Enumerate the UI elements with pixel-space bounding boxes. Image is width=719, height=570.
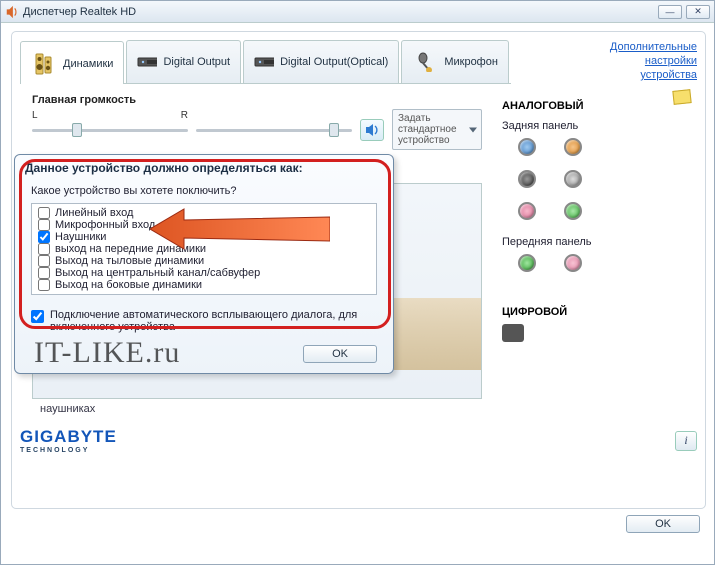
- device-option-label: выход на передние динамики: [55, 243, 206, 255]
- minimize-button[interactable]: —: [658, 5, 682, 19]
- digital-connector-icon[interactable]: [502, 324, 524, 342]
- device-option-label: Наушники: [55, 231, 106, 243]
- dialog-title: Данное устройство должно определяться ка…: [15, 155, 393, 181]
- device-option-checkbox[interactable]: [38, 255, 50, 267]
- tab-microphone-label: Микрофон: [444, 56, 498, 68]
- device-option-checkbox[interactable]: [38, 267, 50, 279]
- device-option-label: Выход на тыловые динамики: [55, 255, 204, 267]
- device-option-checkbox[interactable]: [38, 219, 50, 231]
- default-device-dropdown[interactable]: Задать стандартное устройство: [392, 109, 482, 150]
- side-analog-label: АНАЛОГОВЫЙ: [502, 100, 602, 112]
- dialog-options-list: Линейный входМикрофонный входНаушникивых…: [31, 203, 377, 295]
- mute-button[interactable]: [360, 119, 384, 141]
- device-tabs: Динамики Digital Output Digital Output(O…: [20, 40, 511, 84]
- speakers-icon: [31, 53, 57, 75]
- titlebar: Диспетчер Realtek HD — ✕: [1, 1, 714, 23]
- device-option[interactable]: Наушники: [36, 231, 372, 243]
- extra-settings-link[interactable]: Дополнительные настройки устройства: [587, 40, 697, 84]
- device-detect-dialog: Данное устройство должно определяться ка…: [14, 154, 394, 374]
- jack-black[interactable]: [518, 170, 536, 188]
- main-ok-button[interactable]: OK: [626, 515, 700, 533]
- scene-caption: наушниках: [32, 403, 482, 415]
- brand-logo: GIGABYTETECHNOLOGY: [20, 427, 117, 454]
- window-title: Диспетчер Realtek HD: [23, 6, 136, 18]
- jack-green[interactable]: [564, 202, 582, 220]
- device-option-label: Микрофонный вход: [55, 219, 155, 231]
- tab-digital-optical-label: Digital Output(Optical): [280, 56, 388, 68]
- jack-front-pink[interactable]: [564, 254, 582, 272]
- back-panel-label: Задняя панель: [502, 120, 602, 132]
- jack-front-green[interactable]: [518, 254, 536, 272]
- device-option-label: Выход на центральный канал/сабвуфер: [55, 267, 260, 279]
- tab-speakers[interactable]: Динамики: [20, 41, 124, 84]
- device-option-checkbox[interactable]: [38, 279, 50, 291]
- device-option-checkbox[interactable]: [38, 231, 50, 243]
- dialog-subtitle: Какое устройство вы хотете поключить?: [15, 181, 393, 203]
- device-option[interactable]: Линейный вход: [36, 207, 372, 219]
- auto-popup-checkbox-row[interactable]: Подключение автоматического всплывающего…: [31, 309, 377, 333]
- front-panel-label: Передняя панель: [502, 236, 602, 248]
- jack-orange[interactable]: [564, 138, 582, 156]
- device-option[interactable]: Выход на боковые динамики: [36, 279, 372, 291]
- tab-digital-output-optical[interactable]: Digital Output(Optical): [243, 40, 399, 83]
- volume-slider[interactable]: [196, 121, 352, 139]
- tab-microphone[interactable]: Микрофон: [401, 40, 509, 83]
- device-option[interactable]: Выход на центральный канал/сабвуфер: [36, 267, 372, 279]
- jack-grey[interactable]: [564, 170, 582, 188]
- info-button[interactable]: i: [675, 431, 697, 451]
- microphone-icon: [412, 51, 438, 73]
- master-volume-label: Главная громкость: [32, 94, 482, 106]
- speaker-app-icon: [5, 5, 19, 19]
- close-button[interactable]: ✕: [686, 5, 710, 19]
- device-option-label: Выход на боковые динамики: [55, 279, 202, 291]
- jack-pink[interactable]: [518, 202, 536, 220]
- jack-blue[interactable]: [518, 138, 536, 156]
- device-option-checkbox[interactable]: [38, 207, 50, 219]
- device-option[interactable]: выход на передние динамики: [36, 243, 372, 255]
- device-option-label: Линейный вход: [55, 207, 133, 219]
- device-option[interactable]: Выход на тыловые динамики: [36, 255, 372, 267]
- tab-digital-output[interactable]: Digital Output: [126, 40, 241, 83]
- auto-popup-checkbox[interactable]: [31, 310, 44, 323]
- auto-popup-label: Подключение автоматического всплывающего…: [50, 309, 377, 333]
- device-option[interactable]: Микрофонный вход: [36, 219, 372, 231]
- balance-left-label: L: [32, 110, 38, 121]
- balance-slider[interactable]: L R: [32, 121, 188, 139]
- amplifier-icon: [254, 56, 274, 68]
- tab-speakers-label: Динамики: [63, 58, 113, 70]
- tab-digital-label: Digital Output: [163, 56, 230, 68]
- balance-right-label: R: [181, 110, 188, 121]
- device-option-checkbox[interactable]: [38, 243, 50, 255]
- amplifier-icon: [137, 56, 157, 68]
- side-digital-label: ЦИФРОВОЙ: [502, 306, 602, 318]
- dialog-ok-button[interactable]: OK: [303, 345, 377, 363]
- sticky-note-icon: [672, 89, 691, 105]
